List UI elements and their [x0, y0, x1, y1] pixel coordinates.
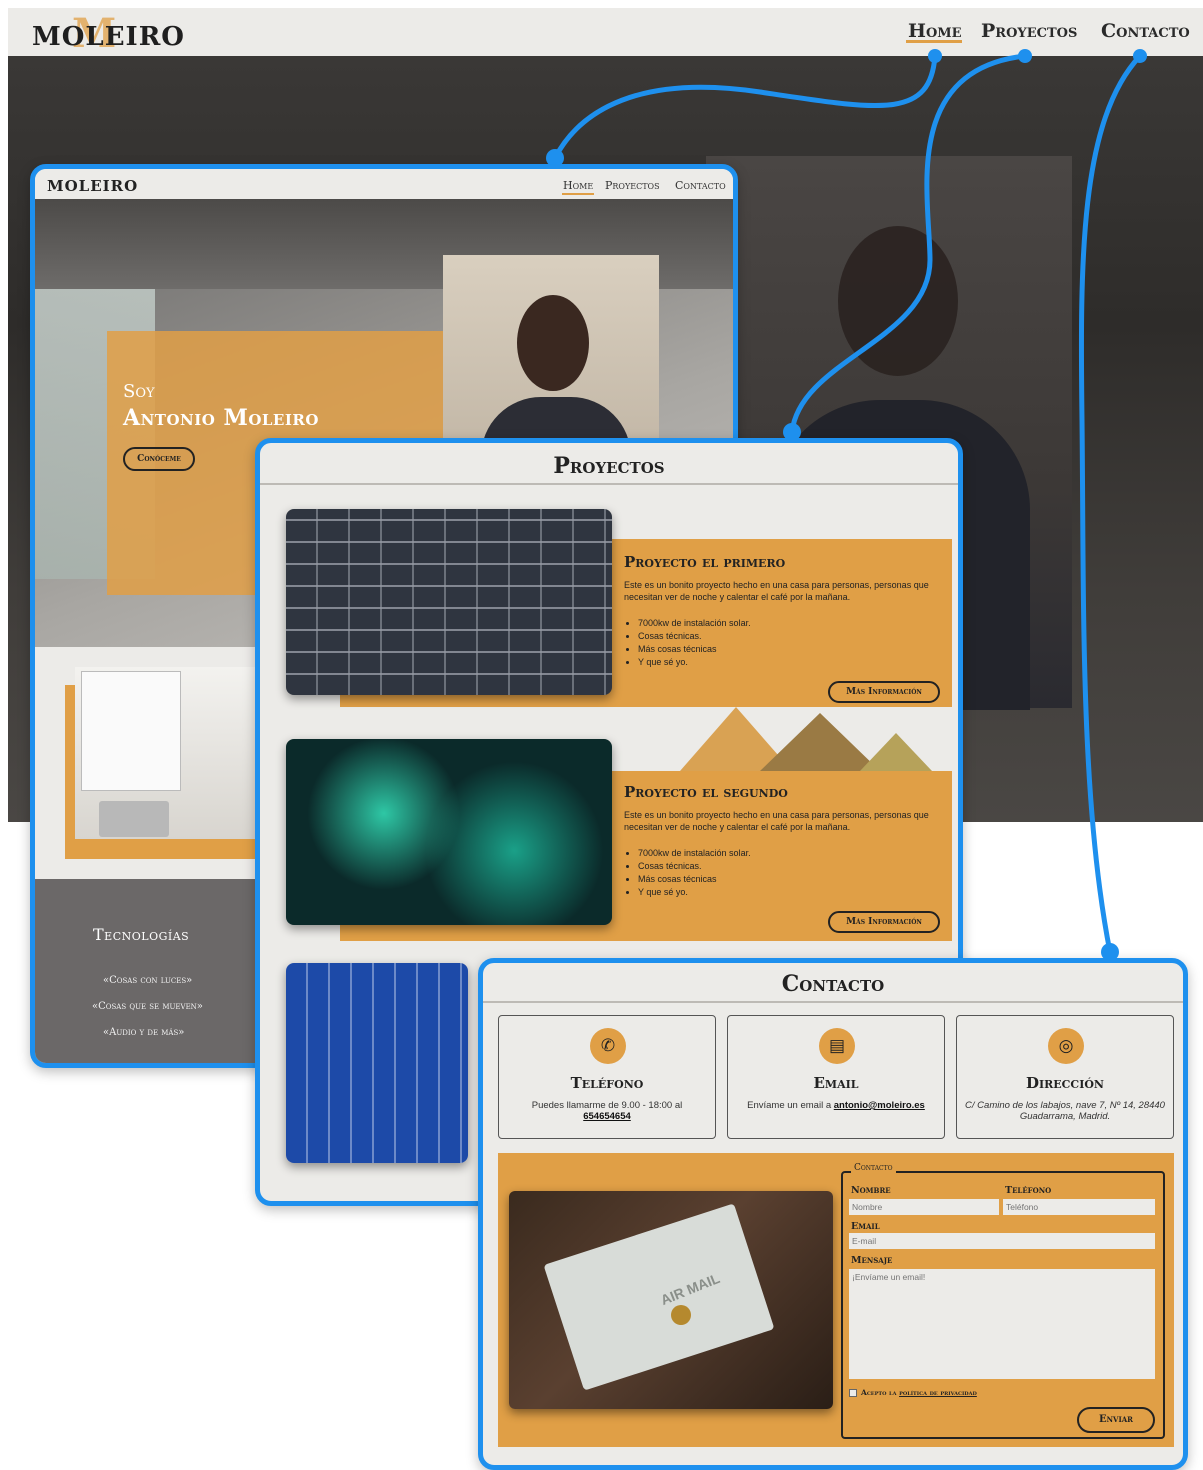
mensaje-label: Mensaje — [851, 1255, 893, 1266]
contact-card-telefono: ✆ Teléfono Puedes llamarme de 9.00 - 18:… — [498, 1015, 716, 1139]
email-text: Envíame un email a — [747, 1100, 832, 1111]
home-nav-proyectos[interactable]: Proyectos — [605, 179, 660, 192]
form-legend: Contacto — [851, 1163, 896, 1173]
home-nav-home[interactable]: Home — [563, 179, 593, 192]
project-image-solar-roof — [286, 509, 612, 695]
tech-item: «Audio y de más» — [103, 1027, 185, 1038]
phone-link[interactable]: 654654654 — [583, 1111, 631, 1122]
home-logo[interactable]: MOLEIRO — [47, 177, 138, 195]
mas-informacion-button[interactable]: Más Información — [828, 681, 940, 703]
location-pin-icon: ◎ — [1048, 1028, 1084, 1064]
tech-title: Tecnologías — [93, 925, 190, 944]
address-text: C/ Camino de los labajos, nave 7, Nº 14,… — [965, 1100, 1165, 1122]
email-label: Email — [851, 1221, 880, 1232]
privacy-policy-link[interactable]: política de privacidad — [899, 1388, 977, 1397]
project-feature: 7000kw de instalación solar. — [638, 847, 751, 860]
conoceme-button[interactable]: Conóceme — [123, 447, 195, 471]
project-feature: Cosas técnicas. — [638, 860, 751, 873]
phone-hours: Puedes llamarme de 9.00 - 18:00 al — [531, 1100, 683, 1111]
wax-seal — [671, 1305, 691, 1325]
nav-home[interactable]: Home — [908, 20, 962, 42]
hero-greeting: Soy — [123, 381, 155, 402]
project-features: 7000kw de instalación solar. Cosas técni… — [624, 847, 751, 899]
project-image-fiber-lights — [286, 739, 612, 925]
hero-name: Antonio Moleiro — [123, 405, 319, 431]
privacy-label: Acepto la política de privacidad — [861, 1388, 977, 1397]
project-features: 7000kw de instalación solar. Cosas técni… — [624, 617, 751, 669]
contact-card-text: Puedes llamarme de 9.00 - 18:00 al 65465… — [505, 1100, 709, 1122]
project-feature: Más cosas técnicas — [638, 643, 751, 656]
project-title: Proyecto el primero — [624, 553, 786, 571]
project-feature: Y que sé yo. — [638, 656, 751, 669]
contact-card-email: ▤ Email Envíame un email a antonio@molei… — [727, 1015, 945, 1139]
privacy-prefix: Acepto la — [861, 1388, 897, 1397]
nav-proyectos[interactable]: Proyectos — [981, 20, 1077, 42]
title-divider — [260, 483, 958, 485]
nav-contacto[interactable]: Contacto — [1101, 20, 1190, 42]
title-divider — [483, 1001, 1183, 1003]
nombre-label: Nombre — [851, 1185, 891, 1196]
privacy-checkbox[interactable] — [849, 1389, 857, 1397]
tech-item: «Cosas que se mueven» — [92, 1001, 203, 1012]
project-feature: 7000kw de instalación solar. — [638, 617, 751, 630]
project-description: Este es un bonito proyecto hecho en una … — [624, 810, 929, 832]
home-nav-contacto[interactable]: Contacto — [675, 179, 726, 192]
project-description: Este es un bonito proyecto hecho en una … — [624, 580, 929, 602]
contact-card-title: Teléfono — [570, 1074, 644, 1092]
contact-card-direccion: ◎ Dirección C/ Camino de los labajos, na… — [956, 1015, 1174, 1139]
telefono-input[interactable] — [1003, 1199, 1155, 1215]
enviar-button[interactable]: Enviar — [1077, 1407, 1155, 1433]
decor-triangle — [860, 733, 932, 771]
contact-card-text: Envíame un email a antonio@moleiro.es — [734, 1100, 938, 1111]
mensaje-textarea[interactable] — [849, 1269, 1155, 1379]
whiteboard — [81, 671, 181, 791]
project-title: Proyecto el segundo — [624, 783, 788, 801]
nombre-input[interactable] — [849, 1199, 999, 1215]
project-feature: Cosas técnicas. — [638, 630, 751, 643]
site-logo[interactable]: MOLEIRO — [32, 22, 185, 52]
nav-active-underline — [906, 40, 962, 43]
tech-item: «Cosas con luces» — [103, 975, 193, 986]
project-feature: Y que sé yo. — [638, 886, 751, 899]
email-input[interactable] — [849, 1233, 1155, 1249]
laptop — [99, 801, 169, 837]
telefono-label: Teléfono — [1005, 1185, 1052, 1196]
phone-icon: ✆ — [590, 1028, 626, 1064]
contacto-page-frame: Contacto ✆ Teléfono Puedes llamarme de 9… — [478, 958, 1188, 1470]
proyectos-title: Proyectos — [553, 453, 665, 479]
project-image-solar-panels — [286, 963, 468, 1163]
mas-informacion-button[interactable]: Más Información — [828, 911, 940, 933]
email-link[interactable]: antonio@moleiro.es — [834, 1100, 925, 1111]
contacto-title: Contacto — [781, 971, 885, 997]
portrait-head — [838, 226, 958, 376]
contact-card-title: Dirección — [1026, 1074, 1104, 1092]
project-feature: Más cosas técnicas — [638, 873, 751, 886]
contact-card-title: Email — [813, 1074, 859, 1092]
chat-icon: ▤ — [819, 1028, 855, 1064]
hero-portrait-head — [517, 295, 589, 391]
home-nav-underline — [562, 193, 594, 195]
